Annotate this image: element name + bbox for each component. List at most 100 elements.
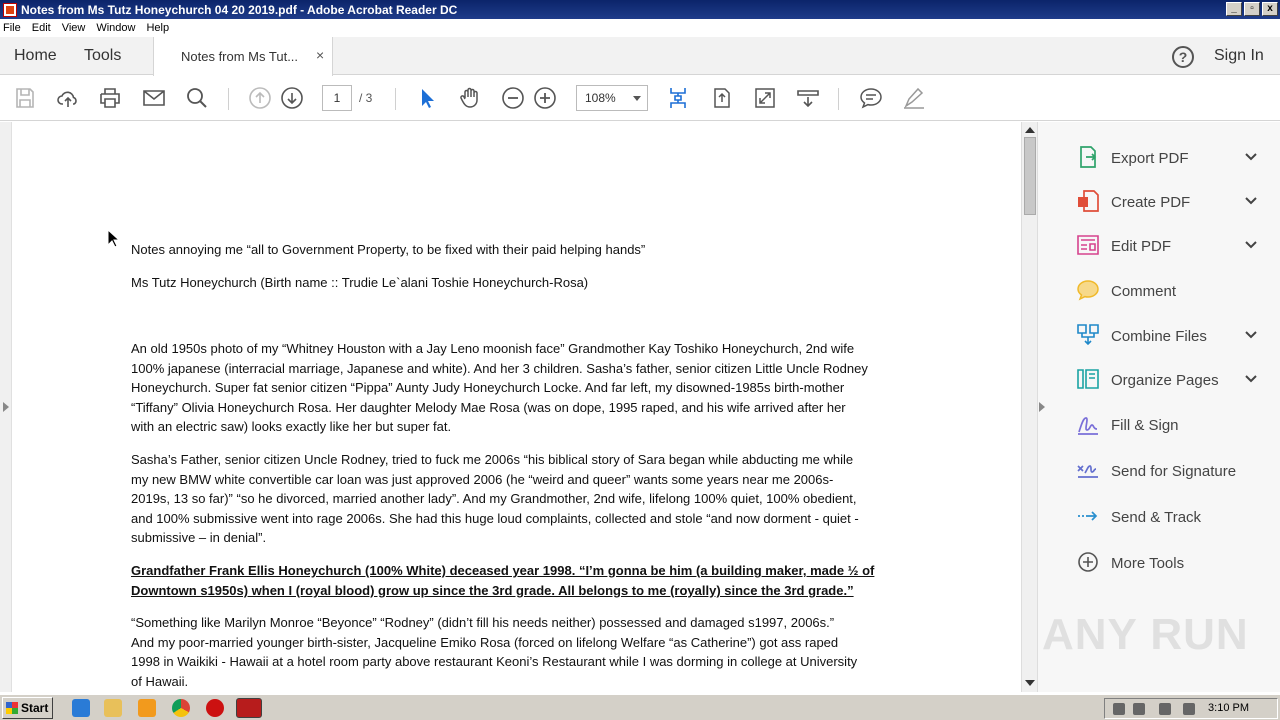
- doc-line: Honeychurch. Super fat senior citizen “P…: [131, 380, 845, 395]
- tool-more-tools[interactable]: More Tools: [1076, 550, 1276, 576]
- tool-send-for-signature[interactable]: Send for Signature: [1076, 458, 1276, 484]
- menu-window[interactable]: Window: [96, 22, 135, 34]
- acrobat-taskbar-icon[interactable]: [236, 698, 262, 718]
- maximize-button[interactable]: ▫: [1244, 2, 1260, 16]
- start-button[interactable]: Start: [2, 697, 53, 719]
- menu-view[interactable]: View: [62, 22, 86, 34]
- combine-files-icon: [1077, 324, 1099, 346]
- vertical-scrollbar[interactable]: [1021, 122, 1037, 692]
- tool-label: Fill & Sign: [1111, 417, 1179, 434]
- scrolling-mode-icon[interactable]: [796, 86, 820, 110]
- tab-tools[interactable]: Tools: [84, 47, 121, 65]
- network-icon[interactable]: [1133, 703, 1145, 715]
- doc-line: Ms Tutz Honeychurch (Birth name :: Trudi…: [131, 275, 589, 290]
- email-icon[interactable]: [142, 86, 166, 110]
- tool-organize-pages[interactable]: Organize Pages: [1076, 367, 1276, 393]
- tool-export-pdf[interactable]: Export PDF: [1076, 145, 1276, 171]
- anyrun-watermark: ANY RUN: [1042, 610, 1249, 659]
- tool-edit-pdf[interactable]: Edit PDF: [1076, 233, 1276, 259]
- file-explorer-icon[interactable]: [104, 699, 122, 717]
- next-page-icon[interactable]: [280, 86, 304, 110]
- tool-label: Edit PDF: [1111, 238, 1172, 255]
- tool-fill-sign[interactable]: Fill & Sign: [1076, 412, 1276, 438]
- help-icon[interactable]: ?: [1172, 46, 1194, 68]
- more-tools-icon: [1078, 552, 1098, 572]
- chrome-icon[interactable]: [172, 699, 190, 717]
- doc-line: with an electric saw) looks exactly like…: [131, 419, 452, 434]
- highlight-pen-icon[interactable]: [902, 86, 926, 110]
- zoom-out-icon[interactable]: [501, 86, 525, 110]
- page-number-input[interactable]: 1: [322, 85, 352, 111]
- doc-line-underlined: Grandfather Frank Ellis Honeychurch (100…: [131, 563, 875, 578]
- expand-left-panel-icon[interactable]: [3, 402, 9, 412]
- menu-help[interactable]: Help: [146, 22, 169, 34]
- tab-document[interactable]: Notes from Ms Tut... ×: [153, 37, 333, 76]
- doc-line: “Something like Marilyn Monroe “Beyonce”…: [131, 615, 835, 630]
- doc-line: An old 1950s photo of my “Whitney Housto…: [131, 341, 855, 356]
- print-icon[interactable]: [98, 86, 122, 110]
- select-cursor-icon[interactable]: [415, 86, 439, 110]
- toolbar-separator: [838, 88, 839, 110]
- menu-file[interactable]: File: [3, 22, 21, 34]
- opera-icon[interactable]: [206, 699, 224, 717]
- scroll-up-icon[interactable]: [1025, 127, 1035, 133]
- tool-comment[interactable]: Comment: [1076, 278, 1276, 304]
- comment-icon[interactable]: [859, 86, 883, 110]
- tab-close-icon[interactable]: ×: [316, 47, 324, 63]
- menu-edit[interactable]: Edit: [32, 22, 51, 34]
- title-bar: Notes from Ms Tutz Honeychurch 04 20 201…: [0, 0, 1280, 19]
- chevron-down-icon[interactable]: [1244, 194, 1258, 208]
- doc-line: Sasha’s Father, senior citizen Uncle Rod…: [131, 452, 854, 467]
- full-screen-icon[interactable]: [753, 86, 777, 110]
- fit-page-icon[interactable]: [666, 86, 690, 110]
- collapse-tools-pane-icon[interactable]: [1039, 402, 1045, 412]
- doc-line: And my poor-married younger birth-sister…: [131, 635, 839, 650]
- chevron-down-icon[interactable]: [1244, 150, 1258, 164]
- scroll-thumb[interactable]: [1024, 137, 1036, 215]
- volume-icon[interactable]: [1159, 703, 1171, 715]
- tool-send-track[interactable]: Send & Track: [1076, 504, 1276, 530]
- pdf-page: Notes annoying me “all to Government Pro…: [13, 122, 1021, 692]
- chevron-down-icon[interactable]: [1244, 372, 1258, 386]
- toolbar-separator: [228, 88, 229, 110]
- doc-line: 2019s, 13 so far)” “so he divorced, marr…: [131, 491, 857, 506]
- left-navigation-strip[interactable]: [0, 122, 12, 692]
- upload-cloud-icon[interactable]: [56, 86, 80, 110]
- rotate-page-icon[interactable]: [710, 86, 734, 110]
- zoom-level-select[interactable]: 108%: [576, 85, 648, 111]
- tab-home[interactable]: Home: [14, 47, 57, 65]
- windows-taskbar: Start 3:10 PM: [0, 694, 1280, 720]
- organize-pages-icon: [1077, 369, 1099, 389]
- page-total: / 3: [359, 91, 373, 105]
- tool-label: Send for Signature: [1111, 463, 1237, 480]
- acrobat-window: Notes from Ms Tutz Honeychurch 04 20 201…: [0, 0, 1280, 720]
- fill-sign-icon: [1078, 417, 1098, 435]
- doc-line: submissive – in denial”.: [131, 530, 267, 545]
- doc-line: my new BMW white convertible car loan wa…: [131, 472, 834, 487]
- tool-create-pdf[interactable]: Create PDF: [1076, 189, 1276, 215]
- tray-arrow-icon[interactable]: [1113, 703, 1125, 715]
- doc-line: 1998 in Waikiki - Hawaii at a hotel room…: [131, 654, 858, 669]
- tool-label: Combine Files: [1111, 328, 1207, 345]
- internet-explorer-icon[interactable]: [72, 699, 90, 717]
- doc-line: and 100% submissive went into rage 2006s…: [131, 511, 859, 526]
- save-icon[interactable]: [13, 86, 37, 110]
- close-window-button[interactable]: x: [1262, 2, 1278, 16]
- menu-bar: File Edit View Window Help: [0, 19, 1280, 37]
- sign-in-link[interactable]: Sign In: [1214, 47, 1264, 65]
- doc-line: of Hawaii.: [131, 674, 189, 689]
- tab-bar: Home Tools Notes from Ms Tut... × ? Sign…: [0, 37, 1280, 76]
- doc-line: 100% japanese (interracial marriage, Jap…: [131, 361, 868, 376]
- scroll-down-icon[interactable]: [1025, 680, 1035, 686]
- previous-page-icon[interactable]: [248, 86, 272, 110]
- flag-icon[interactable]: [1183, 703, 1195, 715]
- hand-tool-icon[interactable]: [458, 86, 482, 110]
- tool-combine-files[interactable]: Combine Files: [1076, 323, 1276, 349]
- system-tray: 3:10 PM: [1104, 698, 1278, 719]
- media-player-icon[interactable]: [138, 699, 156, 717]
- minimize-button[interactable]: _: [1226, 2, 1242, 16]
- chevron-down-icon[interactable]: [1244, 328, 1258, 342]
- zoom-in-icon[interactable]: [533, 86, 557, 110]
- chevron-down-icon[interactable]: [1244, 238, 1258, 252]
- search-icon[interactable]: [185, 86, 209, 110]
